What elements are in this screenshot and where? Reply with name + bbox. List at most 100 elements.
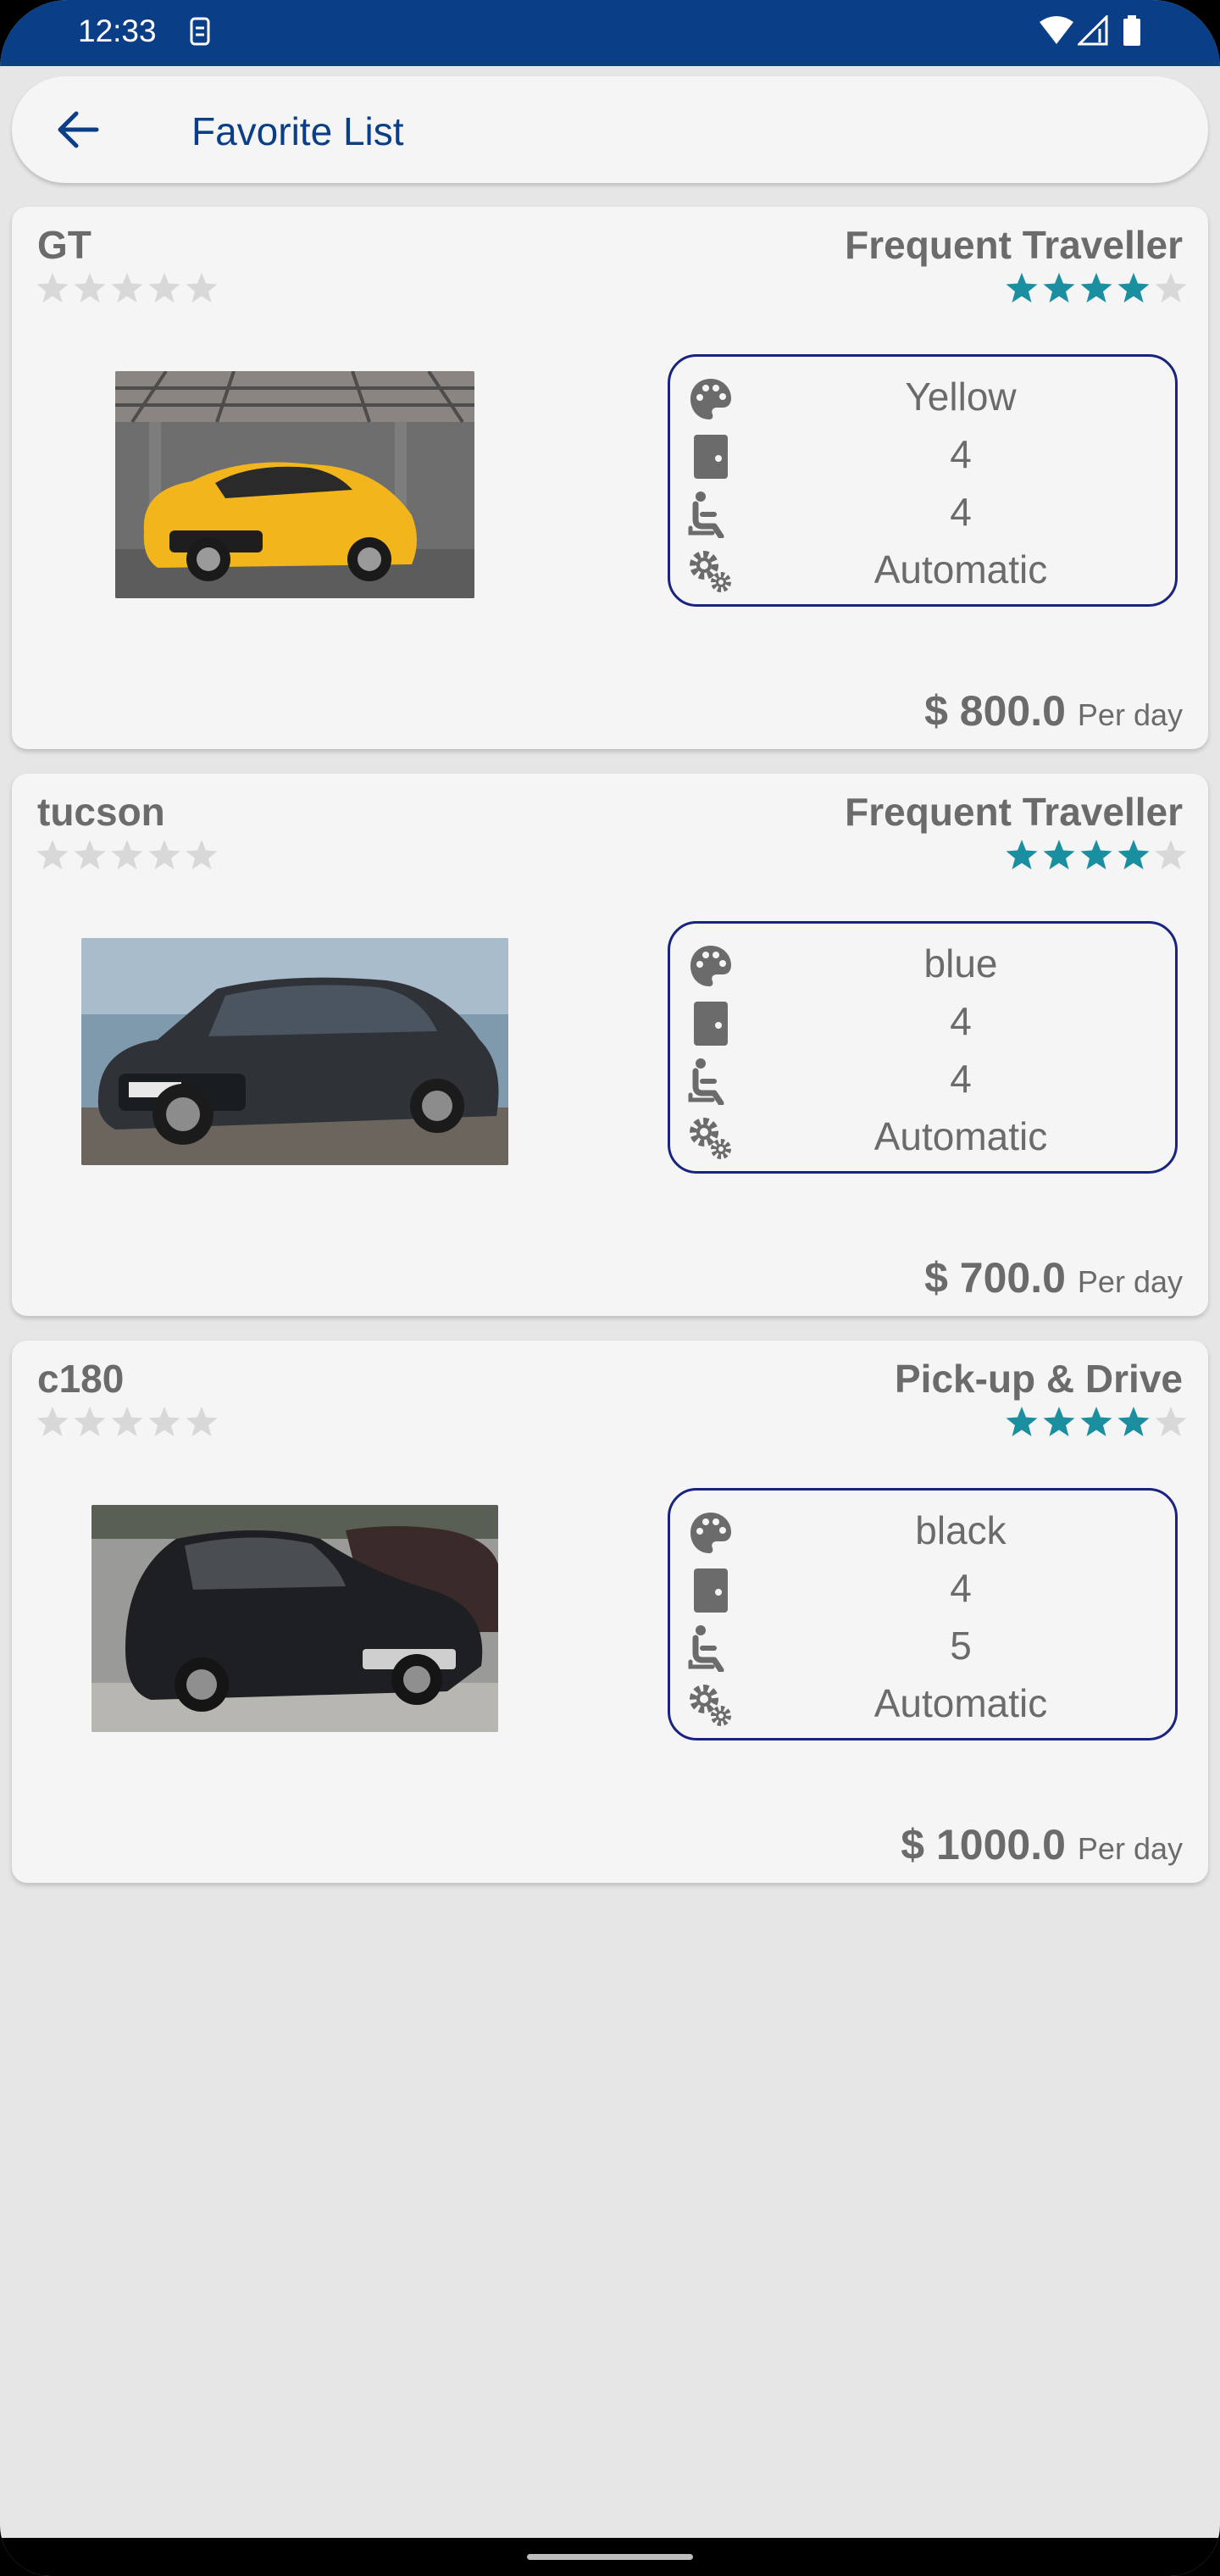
star-icon[interactable] <box>147 1405 181 1439</box>
spec-transmission: Automatic <box>873 1114 1048 1158</box>
star-icon <box>1006 273 1038 303</box>
category-rating-stars <box>1005 838 1188 872</box>
spec-color: blue <box>923 941 998 985</box>
car-card[interactable]: GT Frequent Traveller Yellow 4 4 Automat… <box>12 207 1208 749</box>
star-icon[interactable] <box>110 1405 144 1439</box>
category-rating-stars <box>1005 1405 1188 1439</box>
spec-seats-row: 4 <box>670 482 1175 538</box>
star-icon <box>1117 273 1150 303</box>
gears-icon <box>690 1685 731 1726</box>
spec-transmission: Automatic <box>873 547 1048 591</box>
star-icon[interactable] <box>73 838 107 872</box>
car-image <box>92 1505 498 1732</box>
home-indicator[interactable] <box>527 2554 693 2560</box>
spec-transmission-row: Automatic <box>670 1674 1175 1729</box>
door-icon <box>694 1002 728 1046</box>
price-row: $ 1000.0 Per day <box>901 1820 1183 1869</box>
star-icon[interactable] <box>147 838 181 872</box>
car-name: GT <box>37 223 92 267</box>
car-name: c180 <box>37 1357 125 1401</box>
category-label: Frequent Traveller <box>845 790 1183 834</box>
star-icon <box>1080 273 1112 303</box>
spec-color: black <box>915 1508 1006 1552</box>
car-image <box>115 371 474 598</box>
star-icon[interactable] <box>36 271 69 305</box>
status-time: 12:33 <box>78 14 157 48</box>
palette-icon <box>690 379 731 419</box>
star-icon <box>1080 840 1112 869</box>
user-rating-stars[interactable] <box>36 271 219 305</box>
spec-seats-row: 4 <box>670 1049 1175 1105</box>
star-icon[interactable] <box>36 1405 69 1439</box>
car-image <box>81 938 508 1165</box>
star-icon <box>1155 273 1187 303</box>
star-icon[interactable] <box>185 271 219 305</box>
page-title: Favorite List <box>191 109 404 153</box>
star-icon <box>1043 1407 1075 1436</box>
system-nav-bar <box>0 2538 1220 2576</box>
spec-seats-row: 5 <box>670 1616 1175 1672</box>
palette-icon <box>690 946 731 986</box>
specs-box: Yellow 4 4 Automatic <box>668 354 1178 607</box>
spec-doors-row: 4 <box>670 1558 1175 1614</box>
price: $ 700.0 <box>924 1254 1066 1302</box>
spec-doors-row: 4 <box>670 425 1175 480</box>
per-day-label: Per day <box>1077 697 1183 732</box>
star-icon <box>1006 1407 1038 1436</box>
specs-box: black 4 5 Automatic <box>668 1488 1178 1740</box>
star-icon <box>1080 1407 1112 1436</box>
star-icon <box>1155 840 1187 869</box>
sim-icon <box>190 17 210 46</box>
specs-box: blue 4 4 Automatic <box>668 921 1178 1174</box>
spec-seats: 5 <box>950 1624 972 1668</box>
spec-color-row: Yellow <box>670 367 1175 423</box>
star-icon <box>1155 1407 1187 1436</box>
star-icon[interactable] <box>110 271 144 305</box>
star-icon[interactable] <box>185 838 219 872</box>
star-icon[interactable] <box>110 838 144 872</box>
spec-doors: 4 <box>950 432 972 476</box>
spec-transmission-row: Automatic <box>670 1107 1175 1163</box>
category-label: Pick-up & Drive <box>895 1357 1183 1401</box>
back-arrow-icon[interactable] <box>53 106 103 153</box>
per-day-label: Per day <box>1077 1264 1183 1299</box>
star-icon <box>1117 1407 1150 1436</box>
spec-color-row: blue <box>670 934 1175 990</box>
star-icon <box>1117 840 1150 869</box>
gears-icon <box>690 1118 731 1159</box>
spec-transmission: Automatic <box>873 1681 1048 1725</box>
status-bar: 12:33 <box>0 0 1220 66</box>
battery-icon <box>1123 15 1140 46</box>
spec-doors-row: 4 <box>670 991 1175 1047</box>
user-rating-stars[interactable] <box>36 838 219 872</box>
wifi-icon <box>1040 16 1073 44</box>
spec-color-row: black <box>670 1501 1175 1557</box>
star-icon[interactable] <box>36 838 69 872</box>
spec-seats: 4 <box>950 490 972 534</box>
seat-icon <box>688 1058 724 1105</box>
gears-icon <box>690 551 731 592</box>
star-icon <box>1006 840 1038 869</box>
spec-transmission-row: Automatic <box>670 540 1175 596</box>
price-row: $ 700.0 Per day <box>924 1253 1183 1302</box>
spec-color: Yellow <box>905 375 1017 419</box>
price: $ 800.0 <box>924 687 1066 735</box>
price: $ 1000.0 <box>901 1821 1066 1868</box>
category-label: Frequent Traveller <box>845 223 1183 267</box>
star-icon[interactable] <box>147 271 181 305</box>
car-card[interactable]: tucson Frequent Traveller blue 4 4 Autom… <box>12 774 1208 1316</box>
spec-doors: 4 <box>950 999 972 1043</box>
spec-doors: 4 <box>950 1566 972 1610</box>
star-icon <box>1043 840 1075 869</box>
door-icon <box>694 435 728 479</box>
star-icon <box>1043 273 1075 303</box>
user-rating-stars[interactable] <box>36 1405 219 1439</box>
app-bar: Favorite List <box>12 76 1208 183</box>
star-icon[interactable] <box>73 271 107 305</box>
cell-signal-icon <box>1078 15 1108 46</box>
star-icon[interactable] <box>185 1405 219 1439</box>
door-icon <box>694 1568 728 1613</box>
car-card[interactable]: c180 Pick-up & Drive black 4 5 Automatic… <box>12 1341 1208 1883</box>
price-row: $ 800.0 Per day <box>924 686 1183 736</box>
star-icon[interactable] <box>73 1405 107 1439</box>
